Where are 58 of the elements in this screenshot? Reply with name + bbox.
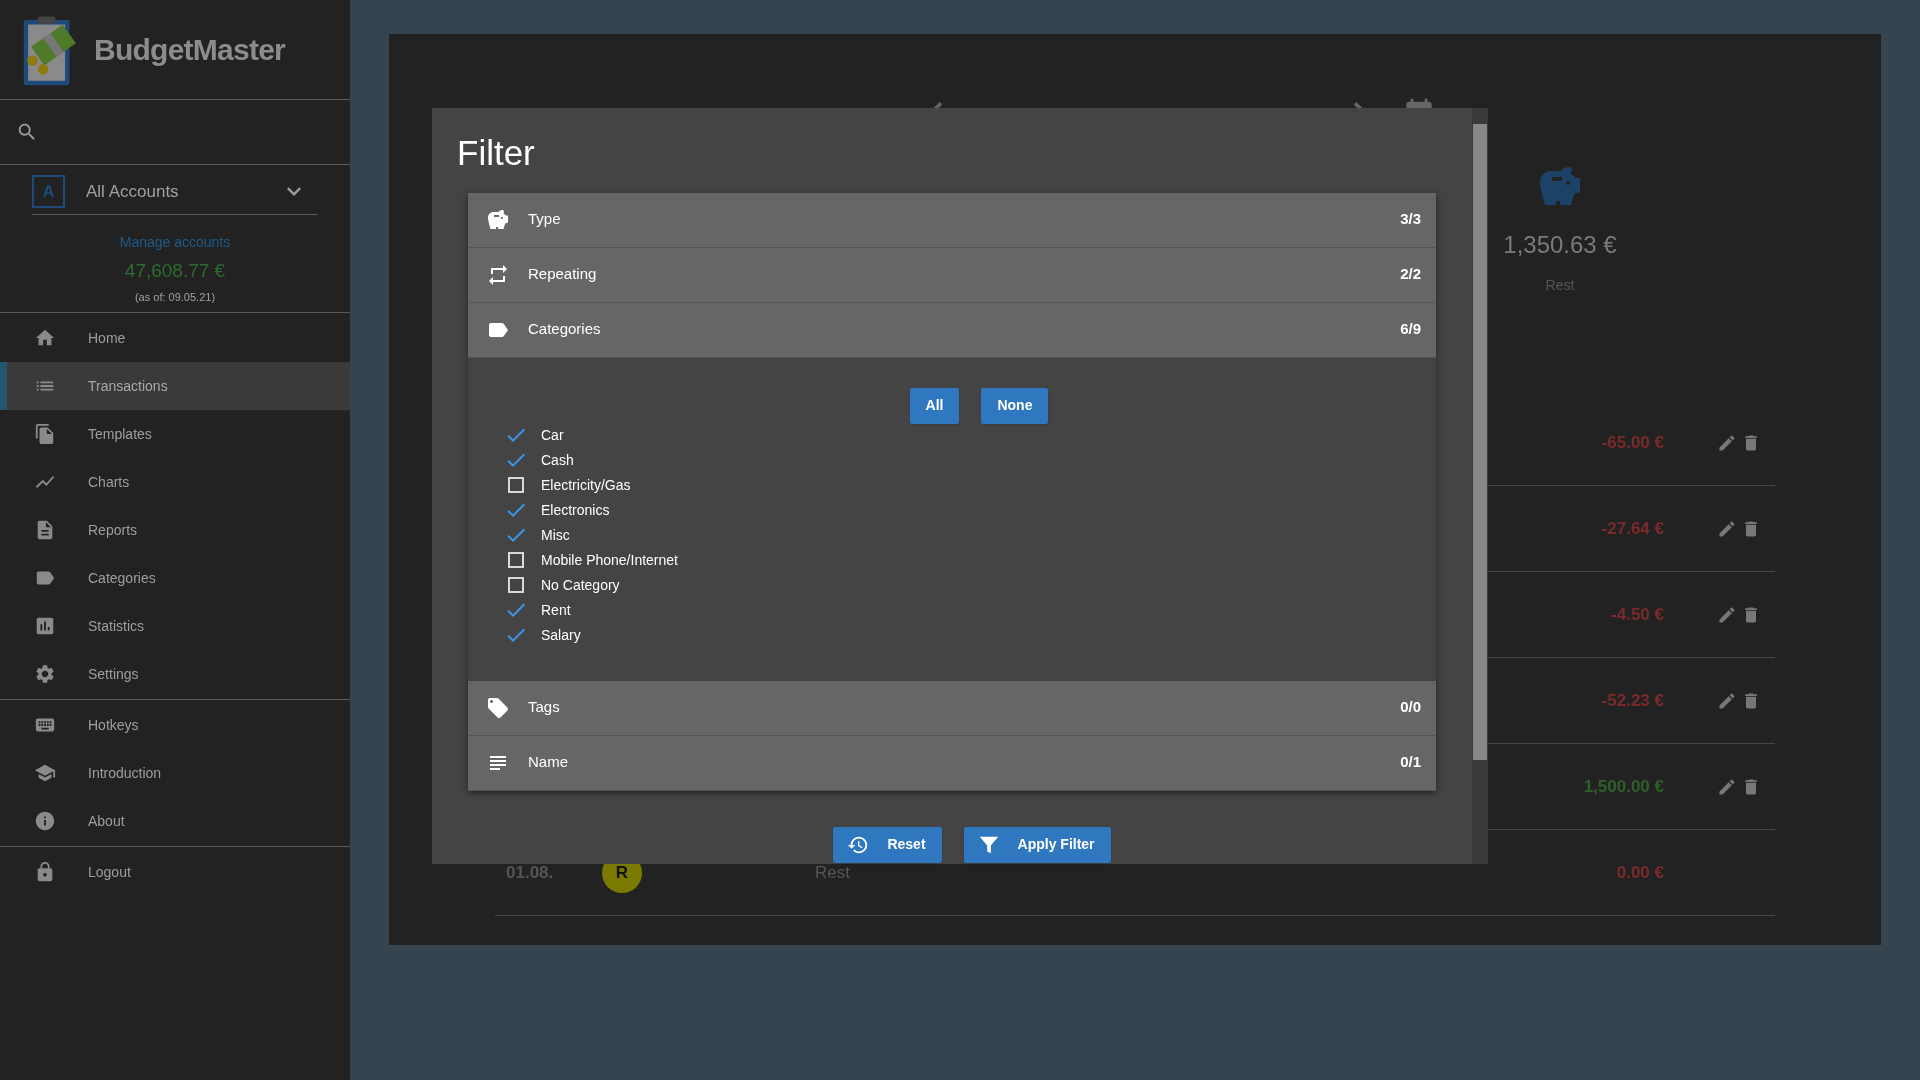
nav-item[interactable]: Logout [0, 848, 350, 896]
filter-section-header[interactable]: Tags 0/0 [468, 680, 1436, 736]
transaction-amount: 0.00 € [1616, 861, 1664, 884]
settings-icon [34, 663, 56, 685]
account-balance: 47,608.77 € [124, 259, 226, 283]
account-select[interactable]: A All Accounts [32, 175, 318, 215]
rest-amount: 1,350.63 € [1503, 230, 1617, 260]
checkbox-label: Car [541, 425, 564, 445]
dialog-button[interactable]: Apply Filter [963, 826, 1111, 863]
dialog-title: Filter [457, 132, 536, 174]
checkbox-label: Electronics [541, 500, 610, 520]
checkbox-label: Rent [541, 600, 571, 620]
transaction-amount: 1,500.00 € [1583, 775, 1664, 798]
transaction-amount: -4.50 € [1611, 603, 1664, 626]
scrollbar[interactable] [1472, 108, 1488, 864]
nav-item[interactable]: Reports [0, 506, 350, 554]
bar-chart-icon [34, 615, 56, 637]
nav-item[interactable]: Charts [0, 458, 350, 506]
nav-item[interactable]: Templates [0, 410, 350, 458]
filter-section-header[interactable]: Categories 6/9 [468, 302, 1436, 358]
select-button[interactable]: All [909, 387, 960, 424]
info-icon [34, 810, 56, 832]
checkbox[interactable] [508, 577, 524, 593]
filter-section-header[interactable]: Type 3/3 [468, 192, 1436, 248]
checkbox-label: Cash [541, 450, 574, 470]
filter-section-header[interactable]: Repeating 2/2 [468, 247, 1436, 303]
select-button[interactable]: None [981, 387, 1049, 424]
nav-item[interactable]: Introduction [0, 749, 350, 797]
search-icon[interactable] [16, 121, 38, 143]
nav-item[interactable]: Settings [0, 650, 350, 698]
checkbox[interactable] [508, 477, 524, 493]
scrollbar-thumb[interactable] [1473, 124, 1487, 760]
nav-item[interactable]: Categories [0, 554, 350, 602]
checkbox-label: Mobile Phone/Internet [541, 550, 678, 570]
checkbox-label: Salary [541, 625, 581, 645]
graduation-cap-icon [34, 762, 56, 784]
balance-date: (as of: 09.05.21) [134, 289, 216, 305]
logo-drawing [23, 16, 76, 85]
filter-section-header[interactable]: Name 0/1 [468, 735, 1436, 791]
account-avatar: A [32, 175, 65, 208]
transaction-amount: -65.00 € [1601, 431, 1664, 454]
checkbox-label: Electricity/Gas [541, 475, 631, 495]
checkbox-label: No Category [541, 575, 620, 595]
dialog-button[interactable]: Reset [833, 826, 942, 863]
nav-item[interactable]: Transactions [0, 362, 350, 410]
nav-item[interactable]: Hotkeys [0, 701, 350, 749]
piggy-bank-icon [486, 207, 510, 232]
app-title: BudgetMaster [94, 32, 286, 68]
nav-item[interactable]: Statistics [0, 602, 350, 650]
nav-item[interactable]: Home [0, 314, 350, 362]
transaction-amount: -52.23 € [1601, 689, 1664, 712]
checkbox-label: Misc [541, 525, 570, 545]
documents-icon [34, 423, 56, 445]
chevron-down-icon [287, 187, 301, 196]
tag-icon [486, 695, 510, 720]
checkbox[interactable] [508, 552, 524, 568]
nav-item[interactable]: About [0, 797, 350, 845]
transaction-amount: -27.64 € [1601, 517, 1664, 540]
